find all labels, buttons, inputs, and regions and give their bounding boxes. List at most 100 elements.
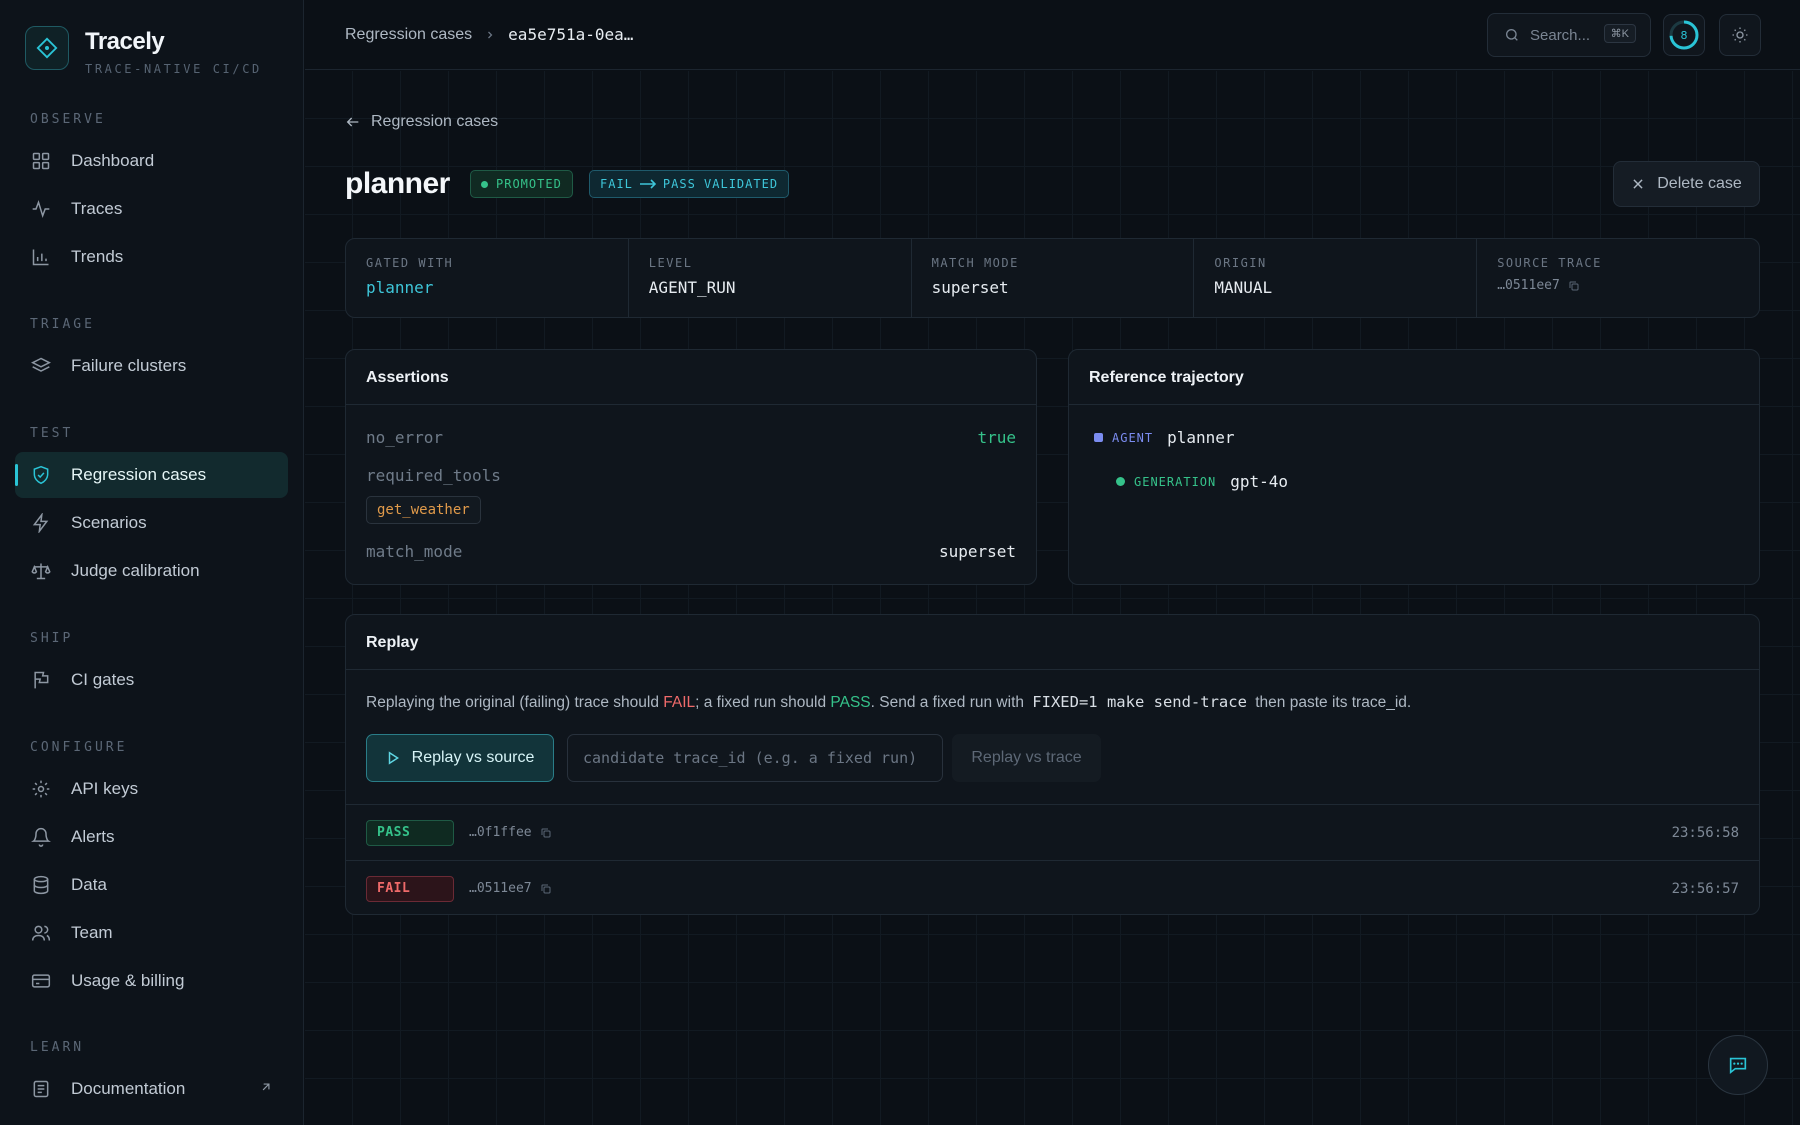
meta-label: SOURCE TRACE — [1497, 256, 1602, 270]
section-triage: TRIAGE — [30, 317, 95, 332]
sidebar-item-label: Regression cases — [71, 465, 207, 484]
sidebar-item-regression-cases[interactable]: Regression cases — [15, 452, 288, 498]
status-badge: FAIL — [366, 875, 454, 902]
sidebar: Tracely TRACE-NATIVE CI/CD OBSERVE Dashb… — [0, 0, 304, 1125]
assertion-value: true — [977, 428, 1016, 447]
sidebar-item-label: Scenarios — [71, 513, 147, 532]
sidebar-item-scenarios[interactable]: Scenarios — [15, 500, 288, 546]
delete-label: Delete case — [1657, 175, 1742, 192]
sidebar-item-label: Documentation — [71, 1079, 186, 1098]
meta-label: MATCH MODE — [931, 256, 1019, 270]
replay-result-row[interactable]: PASS …0f1ffee 23:56:58 — [346, 804, 1759, 860]
sidebar-item-dashboard[interactable]: Dashboard — [15, 138, 288, 184]
sun-icon — [1731, 26, 1749, 44]
result-time: 23:56:58 — [1671, 824, 1739, 841]
desc-text: ; a fixed run should — [695, 694, 831, 711]
sidebar-item-trends[interactable]: Trends — [15, 234, 288, 280]
sidebar-item-data[interactable]: Data — [15, 862, 288, 908]
trajectory-step-generation[interactable]: GENERATION gpt-4o — [1116, 472, 1288, 491]
copy-icon[interactable] — [540, 827, 552, 839]
sidebar-item-traces[interactable]: Traces — [15, 186, 288, 232]
desc-text: Replaying the original (failing) trace s… — [366, 694, 664, 711]
arrow-right-icon — [639, 179, 657, 189]
search-shortcut: ⌘K — [1603, 24, 1636, 43]
sidebar-item-documentation[interactable]: Documentation — [15, 1066, 288, 1112]
bolt-icon — [30, 512, 52, 534]
chat-button[interactable] — [1708, 1035, 1768, 1095]
sidebar-item-usage-billing[interactable]: Usage & billing — [15, 958, 288, 1004]
replay-source-label: Replay vs source — [411, 749, 535, 766]
search-box[interactable]: Search... ⌘K — [1487, 13, 1651, 57]
step-type: GENERATION — [1134, 474, 1217, 489]
meta-value[interactable]: planner — [366, 278, 608, 297]
flag-icon — [30, 669, 52, 691]
source-trace-value[interactable]: …0511ee7 — [1497, 278, 1739, 293]
meta-label: LEVEL — [648, 256, 693, 270]
section-observe: OBSERVE — [30, 112, 106, 127]
meta-value: …0511ee7 — [1497, 278, 1560, 293]
trace-id: …0511ee7 — [469, 881, 532, 896]
status-badge: PASS — [366, 819, 454, 846]
desc-text: then paste its trace_id. — [1250, 694, 1412, 711]
sidebar-item-api-keys[interactable]: API keys — [15, 766, 288, 812]
notifications-button[interactable]: 8 — [1663, 14, 1705, 56]
sidebar-item-label: Data — [71, 875, 107, 894]
trajectory-step-agent[interactable]: AGENT planner — [1094, 428, 1235, 447]
sidebar-item-label: API keys — [71, 779, 139, 798]
promoted-badge: PROMOTED — [470, 170, 573, 198]
trajectory-title: Reference trajectory — [1069, 350, 1759, 405]
replay-vs-source-button[interactable]: Replay vs source — [366, 734, 554, 782]
breadcrumb-current: ea5e751a-0ea… — [508, 25, 634, 44]
assertion-key: match_mode — [366, 542, 463, 561]
sidebar-item-label: Failure clusters — [71, 356, 187, 375]
copy-icon[interactable] — [1568, 280, 1580, 292]
agent-dot — [1094, 433, 1103, 442]
replay-card: Replay Replaying the original (failing) … — [345, 614, 1760, 915]
assertion-value: superset — [938, 542, 1016, 561]
sidebar-item-alerts[interactable]: Alerts — [15, 814, 288, 860]
meta-value: AGENT_RUN — [648, 278, 736, 297]
sidebar-item-judge-calibration[interactable]: Judge calibration — [15, 548, 288, 594]
assertion-key: no_error — [366, 428, 444, 447]
layers-icon — [30, 355, 52, 377]
copy-icon[interactable] — [540, 883, 552, 895]
back-link[interactable]: Regression cases — [345, 113, 498, 131]
assertions-card: Assertions no_error true required_tools … — [345, 349, 1037, 585]
result-trace: …0f1ffee — [469, 825, 552, 840]
delete-case-button[interactable]: Delete case — [1613, 161, 1760, 207]
back-label: Regression cases — [371, 113, 499, 130]
sidebar-item-label: Alerts — [71, 827, 115, 846]
result-trace: …0511ee7 — [469, 881, 552, 896]
desc-fail: FAIL — [663, 694, 696, 711]
status-dot — [481, 180, 488, 188]
theme-toggle-button[interactable] — [1719, 14, 1761, 56]
step-name: gpt-4o — [1230, 472, 1289, 491]
sidebar-item-failure-clusters[interactable]: Failure clusters — [15, 343, 288, 389]
trajectory-card: Reference trajectory AGENT planner GENER… — [1068, 349, 1760, 585]
replay-vs-trace-button[interactable]: Replay vs trace — [952, 734, 1101, 782]
grid-icon — [30, 150, 52, 172]
close-icon — [1631, 177, 1657, 191]
brand[interactable]: Tracely TRACE-NATIVE CI/CD — [25, 26, 259, 76]
sidebar-item-label: Usage & billing — [71, 971, 185, 990]
activity-icon — [30, 198, 52, 220]
brand-tagline: TRACE-NATIVE CI/CD — [85, 62, 262, 76]
scale-icon — [30, 560, 52, 582]
section-configure: CONFIGURE — [30, 740, 128, 755]
replay-result-row[interactable]: FAIL …0511ee7 23:56:57 — [346, 860, 1759, 914]
sidebar-item-team[interactable]: Team — [15, 910, 288, 956]
external-link-icon — [259, 1080, 273, 1094]
logo-icon — [25, 26, 69, 70]
step-type: AGENT — [1112, 430, 1154, 445]
meta-match-mode: MATCH MODE superset — [912, 239, 1195, 317]
assertion-required-tools: required_tools — [366, 466, 1016, 485]
database-icon — [30, 874, 52, 896]
breadcrumb-link[interactable]: Regression cases — [345, 26, 472, 44]
meta-label: ORIGIN — [1214, 256, 1267, 270]
section-ship: SHIP — [30, 631, 74, 646]
meta-gated-with: GATED WITH planner — [346, 239, 629, 317]
bell-icon — [30, 826, 52, 848]
sidebar-item-ci-gates[interactable]: CI gates — [15, 657, 288, 703]
candidate-trace-input[interactable] — [567, 734, 943, 782]
desc-pass: PASS — [830, 694, 871, 711]
